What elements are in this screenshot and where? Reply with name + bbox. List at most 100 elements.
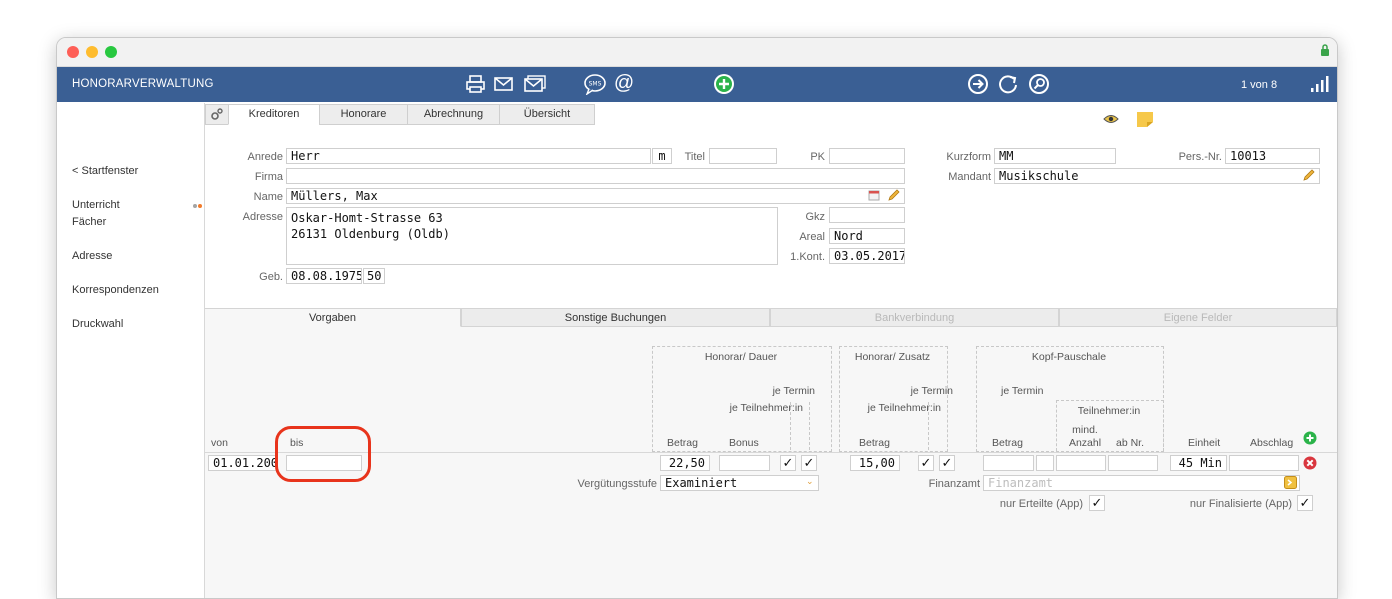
svg-text:SMS: SMS bbox=[589, 81, 602, 88]
pk-field[interactable] bbox=[829, 148, 905, 164]
tab-kreditoren[interactable]: Kreditoren bbox=[228, 104, 320, 125]
group-honorar-dauer-title: Honorar/ Dauer bbox=[704, 351, 778, 363]
sms-icon[interactable]: SMS bbox=[583, 73, 607, 96]
verguetung-label: Vergütungsstufe bbox=[577, 478, 657, 490]
sidebar-item-unterricht[interactable]: Unterricht bbox=[72, 199, 120, 211]
geb-label: Geb. bbox=[259, 271, 283, 283]
refresh-icon[interactable] bbox=[997, 73, 1019, 95]
search-icon[interactable] bbox=[1028, 73, 1050, 95]
col-bonus: Bonus bbox=[729, 437, 759, 449]
col-betrag-kopf: Betrag bbox=[992, 437, 1023, 449]
kopf-checkbox[interactable] bbox=[1036, 455, 1054, 471]
sidebar-item-adresse[interactable]: Adresse bbox=[72, 250, 112, 262]
areal-label: Areal bbox=[799, 231, 825, 243]
minimize-window-button[interactable] bbox=[86, 46, 98, 58]
mass-mail-icon[interactable] bbox=[524, 74, 548, 94]
finanzamt-label: Finanzamt bbox=[928, 478, 980, 490]
tab-vorgaben[interactable]: Vorgaben bbox=[205, 308, 461, 327]
gender-field[interactable]: m bbox=[652, 148, 672, 164]
divider bbox=[809, 402, 810, 450]
adresse-line-1: Oskar-Homt-Strasse 63 bbox=[291, 211, 443, 225]
finanzamt-field[interactable]: Finanzamt bbox=[983, 475, 1300, 491]
anrede-label: Anrede bbox=[247, 151, 283, 163]
je-teilnehmer-zusatz-checkbox[interactable]: ✓ bbox=[939, 455, 955, 471]
name-field[interactable]: Müllers, Max bbox=[286, 188, 905, 204]
add-record-icon[interactable] bbox=[713, 73, 735, 95]
nur-erteilte-checkbox[interactable]: ✓ bbox=[1089, 495, 1105, 511]
gkz-label: Gkz bbox=[805, 211, 825, 223]
app-window: HONORARVERWALTUNG SMS @ 1 von 8 < Startf… bbox=[56, 37, 1338, 599]
je-termin-dauer: je Termin bbox=[772, 385, 815, 397]
persnr-field[interactable]: 10013 bbox=[1225, 148, 1320, 164]
nur-finalisierte-checkbox[interactable]: ✓ bbox=[1297, 495, 1313, 511]
finanzamt-lookup-icon[interactable] bbox=[1284, 476, 1297, 489]
email-at-icon[interactable]: @ bbox=[613, 73, 635, 95]
eye-icon[interactable] bbox=[1103, 113, 1119, 125]
abschlag-field[interactable] bbox=[1229, 455, 1299, 471]
ab-nr-field[interactable] bbox=[1108, 455, 1158, 471]
col-ab-nr: ab Nr. bbox=[1116, 437, 1145, 449]
pk-label: PK bbox=[810, 151, 825, 163]
col-mind: mind. bbox=[1072, 424, 1098, 436]
delete-row-icon[interactable] bbox=[1303, 456, 1317, 470]
mandant-pencil-icon[interactable] bbox=[1302, 168, 1316, 182]
calendar-edit-icon[interactable] bbox=[868, 189, 881, 202]
je-teilnehmer-dauer-checkbox[interactable]: ✓ bbox=[801, 455, 817, 471]
je-termin-kopf: je Termin bbox=[1001, 385, 1044, 397]
tab-abrechnung[interactable]: Abrechnung bbox=[407, 104, 500, 125]
tab-uebersicht[interactable]: Übersicht bbox=[499, 104, 595, 125]
einheit-field[interactable]: 45 Min bbox=[1170, 455, 1227, 471]
close-window-button[interactable] bbox=[67, 46, 79, 58]
note-icon[interactable] bbox=[1136, 111, 1154, 128]
settings-gear-icon[interactable] bbox=[205, 104, 229, 125]
sidebar-item-startfenster[interactable]: < Startfenster bbox=[72, 165, 138, 177]
kurzform-field[interactable]: MM bbox=[994, 148, 1116, 164]
betrag-dauer-field[interactable]: 22,50 bbox=[660, 455, 710, 471]
row-separator bbox=[205, 452, 1337, 453]
titel-field[interactable] bbox=[709, 148, 777, 164]
add-row-icon[interactable] bbox=[1303, 431, 1317, 445]
tab-bankverbindung: Bankverbindung bbox=[770, 308, 1059, 327]
age-field: 50 bbox=[363, 268, 385, 284]
chevron-down-icon[interactable]: ⌄ bbox=[806, 476, 816, 488]
geb-field[interactable]: 08.08.1975 bbox=[286, 268, 362, 284]
je-termin-zusatz-checkbox[interactable]: ✓ bbox=[918, 455, 934, 471]
bonus-field[interactable] bbox=[719, 455, 770, 471]
anrede-field[interactable]: Herr bbox=[286, 148, 651, 164]
col-abschlag: Abschlag bbox=[1250, 437, 1294, 449]
sidebar-item-druckwahl[interactable]: Druckwahl bbox=[72, 318, 123, 330]
sidebar-item-faecher[interactable]: Fächer bbox=[72, 216, 106, 228]
sidebar-item-korrespondenzen[interactable]: Korrespondenzen bbox=[72, 284, 159, 296]
mind-anzahl-field[interactable] bbox=[1056, 455, 1106, 471]
col-betrag-zusatz: Betrag bbox=[859, 437, 890, 449]
mandant-field[interactable]: Musikschule bbox=[994, 168, 1320, 184]
highlight-circle bbox=[275, 426, 371, 482]
status-dot bbox=[193, 204, 197, 208]
je-teilnehmer-zusatz: je Teilnehmer:in bbox=[867, 402, 941, 414]
kont-field[interactable]: 03.05.2017 bbox=[829, 248, 905, 264]
betrag-zusatz-field[interactable]: 15,00 bbox=[850, 455, 900, 471]
record-position: 1 von 8 bbox=[1241, 79, 1278, 91]
persnr-label: Pers.-Nr. bbox=[1178, 151, 1222, 163]
von-field[interactable]: 01.01.2007 bbox=[208, 455, 278, 471]
kopf-betrag-field[interactable] bbox=[983, 455, 1034, 471]
je-termin-dauer-checkbox[interactable]: ✓ bbox=[780, 455, 796, 471]
adresse-field[interactable]: Oskar-Homt-Strasse 63 26131 Oldenburg (O… bbox=[286, 207, 778, 265]
gkz-field[interactable] bbox=[829, 207, 905, 223]
arrow-right-icon[interactable] bbox=[967, 73, 989, 95]
firma-field[interactable] bbox=[286, 168, 905, 184]
mail-icon[interactable] bbox=[494, 75, 514, 93]
tab-honorare[interactable]: Honorare bbox=[319, 104, 408, 125]
signal-bars-icon[interactable] bbox=[1309, 74, 1329, 94]
col-anzahl: Anzahl bbox=[1068, 437, 1102, 449]
firma-label: Firma bbox=[254, 171, 283, 183]
areal-field[interactable]: Nord bbox=[829, 228, 905, 244]
top-toolbar: HONORARVERWALTUNG SMS @ 1 von 8 bbox=[57, 67, 1337, 102]
zoom-window-button[interactable] bbox=[105, 46, 117, 58]
verguetung-select[interactable]: Examiniert bbox=[660, 475, 819, 491]
col-von: von bbox=[211, 437, 228, 449]
printer-icon[interactable] bbox=[465, 74, 487, 94]
tab-sonstige-buchungen[interactable]: Sonstige Buchungen bbox=[461, 308, 770, 327]
col-einheit: Einheit bbox=[1188, 437, 1221, 449]
pencil-icon[interactable] bbox=[887, 188, 901, 202]
